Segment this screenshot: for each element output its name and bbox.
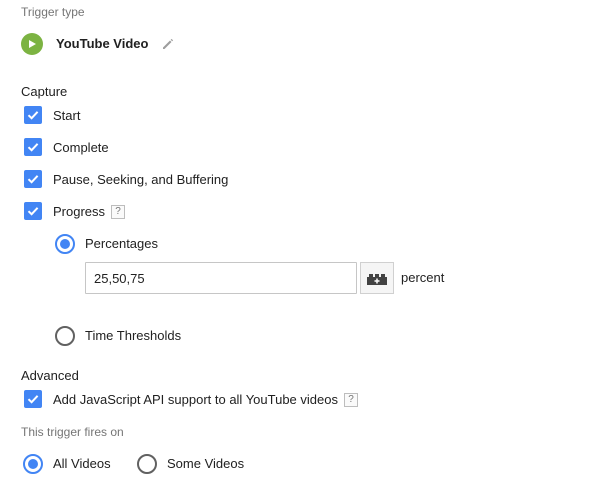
start-checkbox[interactable]: [24, 106, 42, 124]
progress-checkbox[interactable]: [24, 202, 42, 220]
check-icon: [27, 143, 39, 152]
js-api-checkbox[interactable]: [24, 390, 42, 408]
radio-selected-dot: [28, 459, 38, 469]
pause-seeking-buffering-checkbox[interactable]: [24, 170, 42, 188]
time-thresholds-label: Time Thresholds: [85, 328, 182, 343]
trigger-name: YouTube Video: [56, 36, 149, 51]
start-label: Start: [53, 108, 81, 123]
percentages-label: Percentages: [85, 236, 158, 251]
check-icon: [27, 395, 39, 404]
percent-suffix: percent: [401, 270, 445, 285]
check-icon: [27, 207, 39, 216]
percentages-radio[interactable]: [55, 234, 75, 254]
pause-seeking-buffering-label: Pause, Seeking, and Buffering: [53, 172, 229, 187]
insert-variable-button[interactable]: [360, 262, 394, 294]
fires-on-label: This trigger fires on: [21, 425, 124, 439]
pencil-icon[interactable]: [160, 36, 176, 52]
radio-selected-dot: [60, 239, 70, 249]
some-videos-radio[interactable]: [137, 454, 157, 474]
all-videos-label: All Videos: [53, 456, 111, 471]
js-api-label: Add JavaScript API support to all YouTub…: [53, 392, 338, 407]
play-icon: [21, 33, 43, 55]
all-videos-radio[interactable]: [23, 454, 43, 474]
some-videos-label: Some Videos: [167, 456, 245, 471]
percentages-input[interactable]: [85, 262, 357, 294]
complete-label: Complete: [53, 140, 109, 155]
time-thresholds-radio[interactable]: [55, 326, 75, 346]
check-icon: [27, 111, 39, 120]
advanced-heading: Advanced: [21, 368, 79, 383]
js-api-help-icon[interactable]: ?: [344, 393, 358, 407]
progress-help-icon[interactable]: ?: [111, 205, 125, 219]
trigger-type-label: Trigger type: [21, 5, 85, 19]
capture-heading: Capture: [21, 84, 68, 99]
complete-checkbox[interactable]: [24, 138, 42, 156]
lego-brick-icon: [367, 274, 387, 285]
progress-label: Progress: [53, 204, 106, 219]
check-icon: [27, 175, 39, 184]
